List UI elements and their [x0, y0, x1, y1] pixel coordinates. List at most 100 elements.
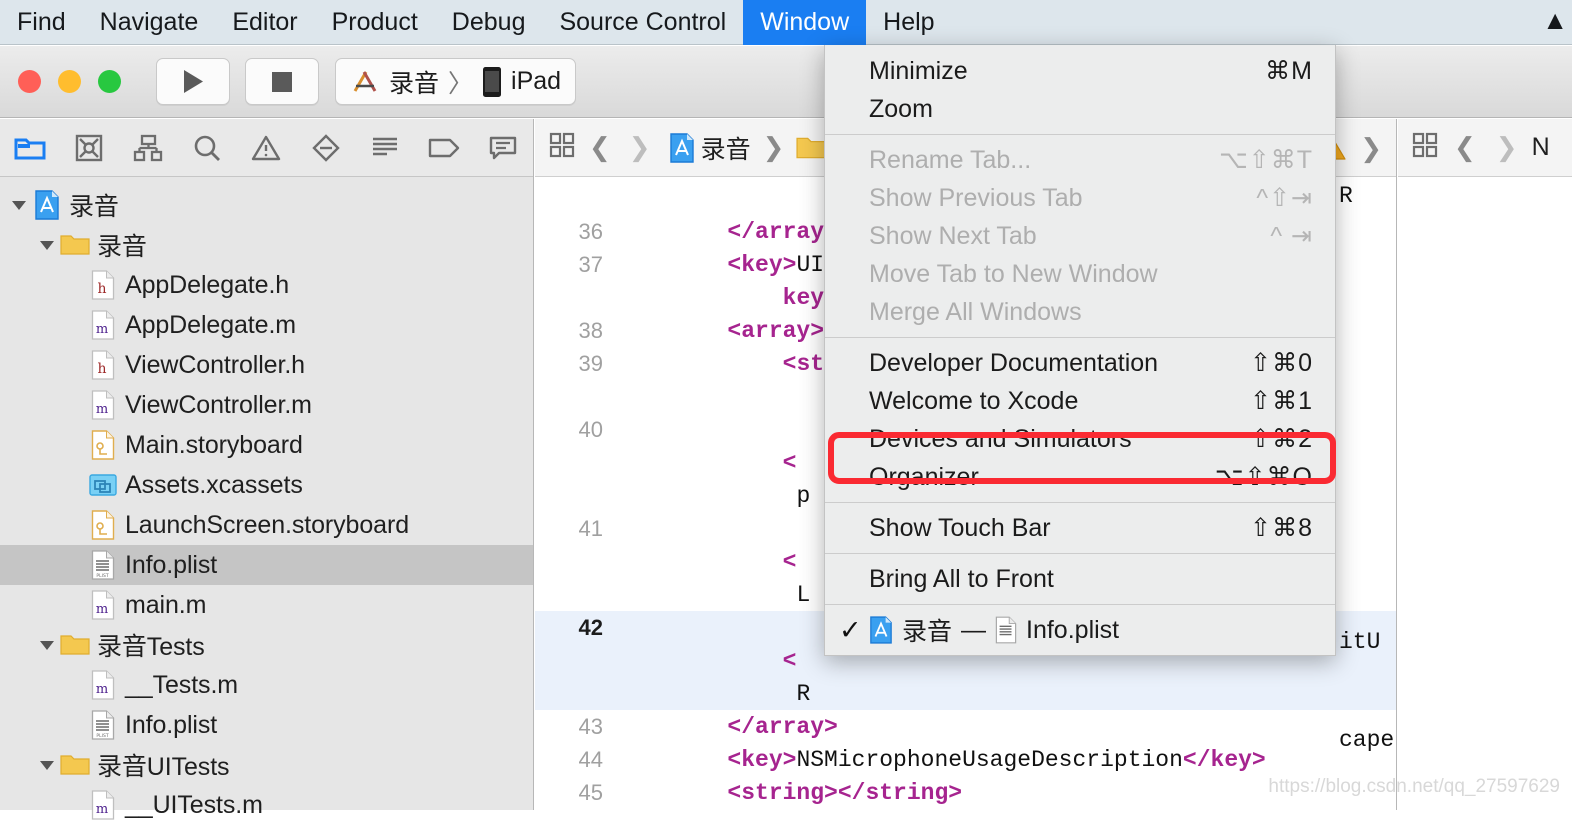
tree-row-group[interactable]: 录音Tests — [0, 625, 533, 665]
code-line[interactable]: 44 <key>NSMicrophoneUsageDescription</ke… — [535, 743, 1396, 776]
menu-editor[interactable]: Editor — [215, 0, 314, 45]
tree-row-file[interactable]: Main.storyboard — [0, 425, 533, 465]
menu-find[interactable]: Find — [0, 0, 83, 45]
source-file-icon: m — [88, 790, 118, 820]
menu-item-shortcut: ⇧⌘0 — [1250, 349, 1313, 377]
tree-row-group[interactable]: 录音 — [0, 225, 533, 265]
play-icon — [184, 70, 203, 93]
tree-label: main.m — [125, 590, 207, 619]
menu-item-welcome-to-xcode[interactable]: Welcome to Xcode ⇧⌘1 — [825, 382, 1335, 420]
menu-item-shortcut: ⌥⇧⌘T — [1218, 146, 1313, 174]
menu-item-devices-and-simulators[interactable]: Devices and Simulators ⇧⌘2 — [825, 420, 1335, 458]
line-number: 37 — [578, 251, 603, 277]
line-number: 42 — [578, 614, 603, 640]
debug-lines-icon — [372, 137, 397, 155]
tree-row-file[interactable]: m AppDelegate.m — [0, 305, 533, 345]
code-line[interactable]: R — [535, 677, 1396, 710]
folder-icon — [14, 138, 46, 159]
disclosure-triangle-open-icon[interactable] — [34, 238, 60, 252]
tree-label: Main.storyboard — [125, 430, 303, 459]
navigator-tab-project[interactable] — [0, 119, 59, 177]
tree-row-file[interactable]: Assets.xcassets — [0, 465, 533, 505]
menu-item-minimize[interactable]: Minimize ⌘M — [825, 52, 1335, 90]
minimize-window-button[interactable] — [58, 70, 81, 93]
jumpbar-project-label[interactable]: 录音 — [701, 130, 751, 166]
tree-row-file[interactable]: PLIST Info.plist — [0, 705, 533, 745]
menu-window[interactable]: Window — [743, 0, 867, 45]
menu-help[interactable]: Help — [866, 0, 951, 45]
tree-row-group[interactable]: 录音UITests — [0, 745, 533, 785]
tree-row-project[interactable]: 录音 — [0, 185, 533, 225]
scheme-destination-selector[interactable]: 录音 〉 iPad — [335, 58, 577, 105]
run-button[interactable] — [156, 58, 230, 105]
menu-item-organizer[interactable]: Organizer ⌥⇧⌘O — [825, 458, 1335, 496]
tree-row-file[interactable]: m main.m — [0, 585, 533, 625]
menu-item-open-window[interactable]: ✓ 录音 — Info.plist — [825, 611, 1335, 649]
code-line-text: <string></string> — [727, 779, 963, 806]
chevron-right-icon[interactable]: ❯ — [1354, 133, 1388, 164]
menu-source-control-label: Source Control — [559, 7, 727, 36]
menu-product[interactable]: Product — [315, 0, 435, 45]
tree-row-file[interactable]: h ViewController.h — [0, 345, 533, 385]
related-items-icon[interactable] — [549, 132, 577, 163]
related-items-icon[interactable] — [1412, 132, 1440, 163]
menu-item-shortcut: ⇧⌘1 — [1250, 387, 1313, 415]
navigator-tab-source-control[interactable] — [59, 119, 118, 177]
tree-label: 录音UITests — [97, 753, 230, 781]
xcode-scheme-icon — [353, 70, 377, 92]
menu-item-label: Show Previous Tab — [869, 183, 1083, 212]
menu-item-show-touch-bar[interactable]: Show Touch Bar ⇧⌘8 — [825, 509, 1335, 547]
disclosure-triangle-open-icon[interactable] — [34, 758, 60, 772]
source-control-icon — [75, 134, 103, 161]
menu-source-control[interactable]: Source Control — [542, 0, 743, 45]
folder-icon — [60, 753, 90, 777]
chevron-right-icon[interactable]: ❯ — [623, 132, 657, 163]
menu-item-shortcut: ⌘M — [1265, 57, 1313, 85]
navigator-tab-report[interactable] — [474, 119, 533, 177]
code-line-text: p — [796, 482, 811, 509]
menu-item-label: Show Touch Bar — [869, 513, 1051, 542]
navigator-tab-issue[interactable] — [237, 119, 296, 177]
menu-item-show-next-tab: Show Next Tab ^ ⇥ — [825, 217, 1335, 255]
warning-triangle-icon — [252, 135, 281, 160]
tree-row-file[interactable]: LaunchScreen.storyboard — [0, 505, 533, 545]
navigator-tab-find[interactable] — [178, 119, 237, 177]
tree-row-file[interactable]: m ViewController.m — [0, 385, 533, 425]
tree-row-file[interactable]: m __Tests.m — [0, 665, 533, 705]
disclosure-triangle-open-icon[interactable] — [34, 638, 60, 652]
folder-icon — [60, 633, 90, 657]
menu-item-shortcut: ^ ⇥ — [1270, 222, 1313, 250]
tree-row-file[interactable]: m __UITests.m — [0, 785, 533, 825]
chevron-left-icon[interactable]: ❮ — [1448, 132, 1482, 163]
navigator-tab-debug[interactable] — [355, 119, 414, 177]
code-line[interactable]: 45 <string></string> — [535, 776, 1396, 809]
navigator-tab-breakpoint[interactable] — [415, 119, 474, 177]
code-line[interactable]: 43 </array> — [535, 710, 1396, 743]
svg-text:m: m — [96, 402, 108, 417]
right-panel-jumpbar-label[interactable]: N — [1532, 133, 1550, 162]
menu-item-developer-documentation[interactable]: Developer Documentation ⇧⌘0 — [825, 344, 1335, 382]
menu-debug[interactable]: Debug — [435, 0, 543, 45]
breakpoint-tag-icon — [428, 138, 460, 157]
navigator-tab-test[interactable] — [296, 119, 355, 177]
menu-item-bring-all-to-front[interactable]: Bring All to Front — [825, 560, 1335, 598]
menu-item-shortcut: ⌥⇧⌘O — [1214, 463, 1313, 491]
menu-item-zoom[interactable]: Zoom — [825, 90, 1335, 128]
menu-navigate[interactable]: Navigate — [83, 0, 216, 45]
chevron-right-icon[interactable]: ❯ — [1490, 132, 1524, 163]
code-line-text: key> — [782, 284, 838, 311]
breadcrumb-separator-icon: ❯ — [762, 132, 785, 162]
disclosure-triangle-open-icon[interactable] — [6, 198, 32, 212]
tree-row-file[interactable]: h AppDelegate.h — [0, 265, 533, 305]
xcode-project-icon — [669, 132, 695, 163]
stop-button[interactable] — [245, 58, 319, 105]
maximize-window-button[interactable] — [98, 70, 121, 93]
menu-product-label: Product — [331, 7, 418, 36]
tree-row-file-selected[interactable]: PLIST Info.plist — [0, 545, 533, 585]
line-number: 41 — [578, 515, 603, 541]
code-line-text: <key>NSMicrophoneUsageDescription</key> — [727, 746, 1266, 773]
navigator-tab-symbol[interactable] — [118, 119, 177, 177]
close-window-button[interactable] — [18, 70, 41, 93]
window-menu-dropdown[interactable]: Minimize ⌘M Zoom Rename Tab... ⌥⇧⌘T Show Prev… — [824, 45, 1336, 656]
chevron-left-icon[interactable]: ❮ — [583, 132, 617, 163]
